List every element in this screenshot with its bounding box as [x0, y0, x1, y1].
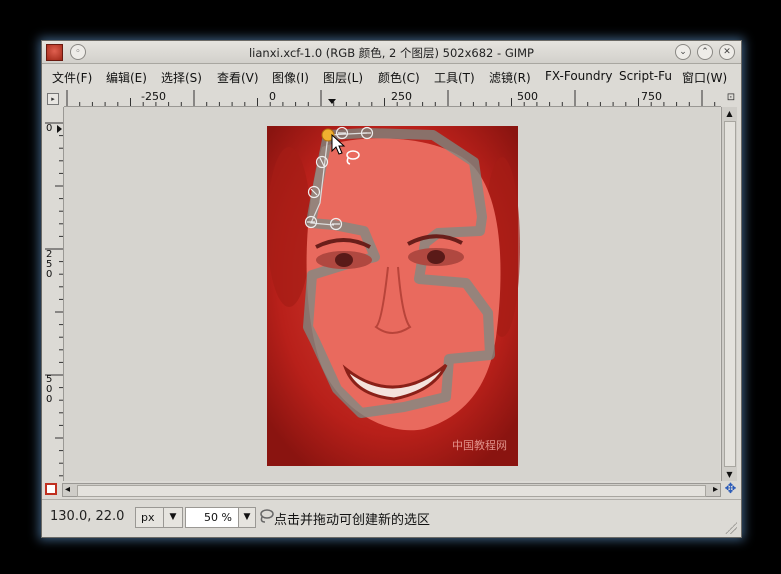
menu-bar: 文件(F) 编辑(E) 选择(S) 查看(V) 图像(I) 图层(L) 颜色(C…: [42, 64, 741, 88]
horizontal-ruler[interactable]: -250 0 250 500 750: [64, 90, 721, 107]
title-bar[interactable]: ◦ lianxi.xcf-1.0 (RGB 颜色, 2 个图层) 502x682…: [42, 41, 741, 64]
pointer-coordinates: 130.0, 22.0: [50, 509, 125, 524]
hruler-label: -250: [141, 90, 166, 103]
ruler-menu-button[interactable]: ▸: [47, 93, 59, 105]
watermark-text: 中国教程网: [452, 439, 507, 452]
unit-selector[interactable]: px ▼: [135, 507, 183, 528]
menu-windows[interactable]: 窗口(W): [682, 69, 727, 86]
vruler-label: 500: [46, 374, 53, 405]
hruler-label: 0: [269, 90, 276, 103]
menu-view[interactable]: 查看(V): [217, 69, 259, 86]
image-canvas[interactable]: [64, 107, 720, 481]
menu-fx-foundry[interactable]: FX-Foundry: [545, 69, 613, 83]
scroll-right-icon[interactable]: ▸: [713, 484, 718, 496]
vertical-scrollbar[interactable]: ▲ ▼: [721, 107, 737, 481]
hruler-label: 750: [641, 90, 662, 103]
menu-select[interactable]: 选择(S): [161, 69, 202, 86]
unit-value: px: [141, 511, 155, 524]
scroll-down-icon[interactable]: ▼: [722, 470, 737, 479]
horizontal-scrollbar[interactable]: ◂ ▸: [62, 483, 721, 497]
lasso-tool-icon: [260, 509, 274, 523]
navigate-icon[interactable]: ✥: [723, 482, 738, 497]
menu-edit[interactable]: 编辑(E): [106, 69, 147, 86]
window-title: lianxi.xcf-1.0 (RGB 颜色, 2 个图层) 502x682 -…: [248, 46, 534, 60]
menu-script-fu[interactable]: Script-Fu: [619, 69, 672, 83]
hruler-label: 250: [391, 90, 412, 103]
menu-file[interactable]: 文件(F): [52, 69, 92, 86]
zoom-dropdown-icon[interactable]: ▼: [238, 507, 256, 528]
hruler-label: 500: [517, 90, 538, 103]
zoom-value: 50 %: [204, 511, 232, 524]
quick-mask-toggle[interactable]: [45, 483, 57, 495]
maximize-button[interactable]: ⌃: [697, 44, 713, 60]
menu-image[interactable]: 图像(I): [272, 69, 309, 86]
scroll-thumb[interactable]: [724, 121, 736, 467]
vruler-label: 250: [46, 249, 53, 280]
window-menu-button[interactable]: ⌄: [675, 44, 691, 60]
scroll-up-icon[interactable]: ▲: [722, 109, 737, 118]
menu-layer[interactable]: 图层(L): [323, 69, 363, 86]
zoom-to-fit-icon[interactable]: ⊡: [725, 92, 737, 104]
vruler-label: 0: [46, 123, 53, 134]
status-message: 点击并拖动可创建新的选区: [274, 513, 431, 528]
close-button[interactable]: ✕: [719, 44, 735, 60]
gimp-image-window: ◦ lianxi.xcf-1.0 (RGB 颜色, 2 个图层) 502x682…: [41, 40, 742, 538]
chevron-down-icon[interactable]: ▼: [163, 508, 182, 527]
menu-filters[interactable]: 滤镜(R): [489, 69, 531, 86]
vertical-ruler[interactable]: 0 250 500: [45, 107, 64, 481]
status-bar: 130.0, 22.0 px ▼ 50 % ▼ 点击并拖动可创建新的选区: [42, 499, 741, 538]
scroll-thumb[interactable]: [77, 485, 706, 497]
menu-colors[interactable]: 颜色(C): [378, 69, 420, 86]
canvas-area[interactable]: 中国教程网: [64, 107, 720, 481]
menu-tools[interactable]: 工具(T): [434, 69, 475, 86]
scroll-left-icon[interactable]: ◂: [65, 484, 70, 496]
resize-grip[interactable]: [725, 522, 737, 534]
